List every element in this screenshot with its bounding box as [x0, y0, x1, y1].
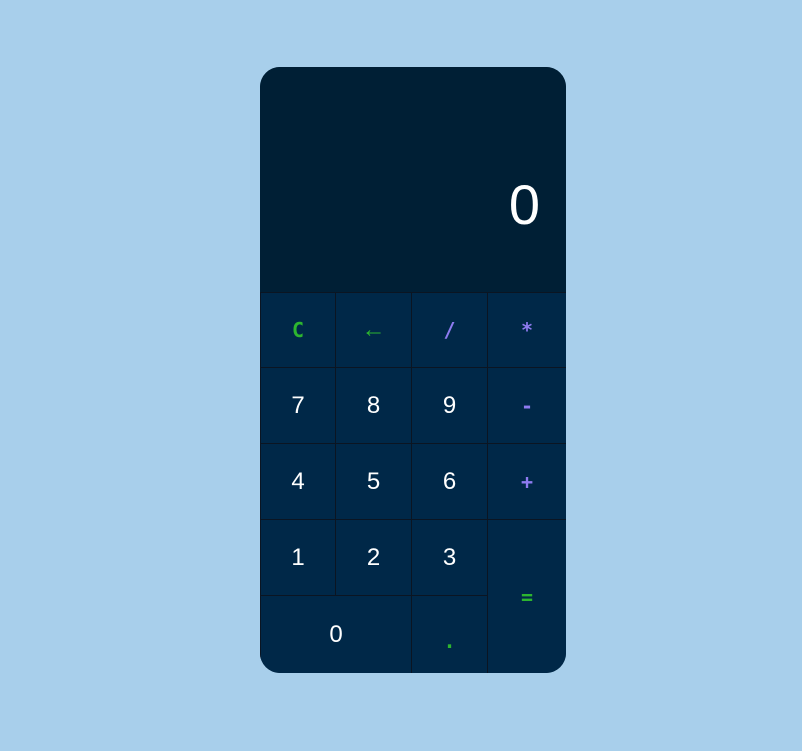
backspace-button[interactable]: ←: [336, 292, 412, 368]
digit-4-button[interactable]: 4: [260, 444, 336, 520]
digit-1-button[interactable]: 1: [260, 520, 336, 596]
digit-5-button[interactable]: 5: [336, 444, 412, 520]
divide-button[interactable]: /: [412, 292, 488, 368]
display-value: 0: [508, 173, 540, 236]
multiply-button[interactable]: *: [488, 292, 566, 368]
digit-9-button[interactable]: 9: [412, 368, 488, 444]
display-panel: 0: [260, 67, 566, 292]
calculator: 0 C ← / * 7 8 9 - 4 5 6 + 1 2 3 = 0 .: [260, 67, 566, 673]
digit-3-button[interactable]: 3: [412, 520, 488, 596]
plus-button[interactable]: +: [488, 444, 566, 520]
digit-2-button[interactable]: 2: [336, 520, 412, 596]
digit-8-button[interactable]: 8: [336, 368, 412, 444]
decimal-point-label: .: [443, 628, 456, 653]
digit-7-button[interactable]: 7: [260, 368, 336, 444]
minus-button[interactable]: -: [488, 368, 566, 444]
decimal-point-button[interactable]: .: [412, 596, 488, 673]
clear-button[interactable]: C: [260, 292, 336, 368]
digit-6-button[interactable]: 6: [412, 444, 488, 520]
keypad: C ← / * 7 8 9 - 4 5 6 + 1 2 3 = 0 .: [260, 292, 566, 673]
equals-button[interactable]: =: [488, 520, 566, 673]
digit-0-button[interactable]: 0: [260, 596, 412, 673]
